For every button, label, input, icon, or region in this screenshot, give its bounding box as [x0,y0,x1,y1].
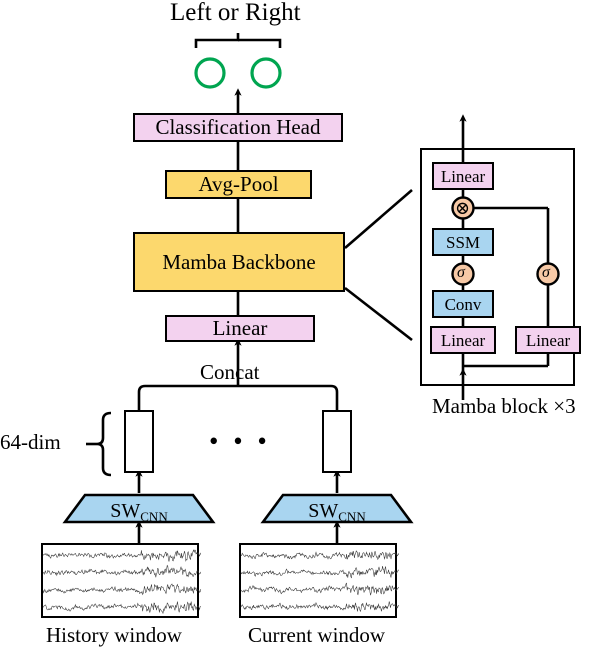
sigmoid-operator-left-glyph: σ [457,264,465,281]
architecture-diagram: Left or Right Classification Head Avg-Po… [0,0,596,662]
sigmoid-operator-right-glyph: σ [542,264,550,281]
mamba-block-caption: Mamba block ×3 [432,394,576,418]
mamba-operator-nodes [451,196,560,286]
multiply-operator-glyph: ⊗ [455,198,471,218]
